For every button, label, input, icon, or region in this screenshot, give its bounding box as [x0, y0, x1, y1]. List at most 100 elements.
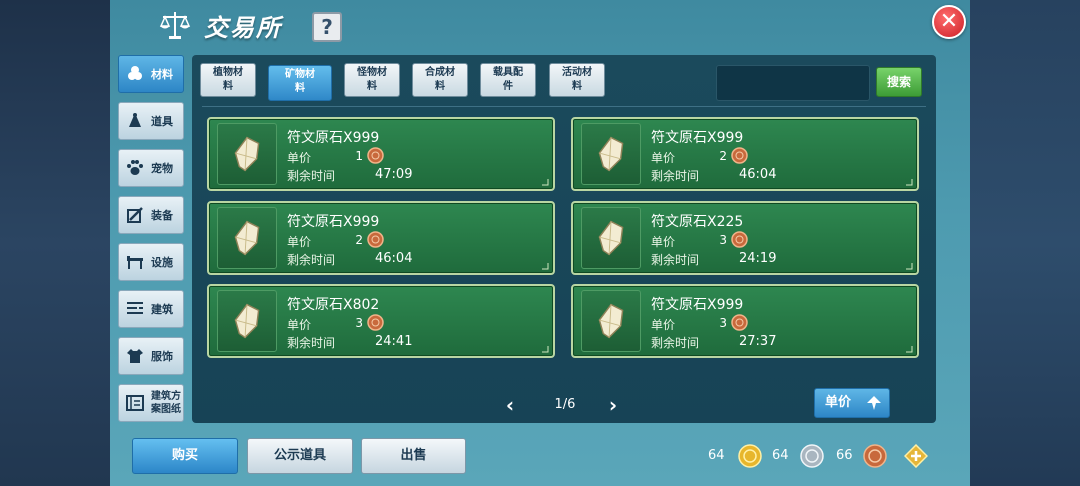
tab-label: 料	[572, 81, 582, 92]
corner-mark-icon	[906, 346, 913, 353]
sidebar-item-items[interactable]: 道具	[118, 102, 184, 140]
listing-name: 符文原石X225	[651, 214, 744, 230]
background-left	[0, 0, 110, 486]
listing-card[interactable]: 符文原石X999 单价 2 剩余时间 46:04	[207, 201, 555, 275]
sidebar-item-label: 建筑方案图纸	[151, 391, 181, 415]
buy-button[interactable]: 购买	[132, 438, 238, 474]
sidebar-item-label: 装备	[151, 208, 173, 222]
rune-stone-icon	[234, 303, 260, 339]
silver-amount: 64	[772, 448, 789, 463]
sidebar-item-blueprints[interactable]: 建筑方案图纸	[118, 384, 184, 422]
sidebar-item-label: 建筑	[151, 302, 173, 316]
exchange-window: 交易所 ? ✕ 材料 道具 宠物 装备 设施 建筑 服饰 建筑方案图纸 植物材 …	[110, 0, 970, 486]
listing-name: 符文原石X802	[287, 297, 380, 313]
listing-name: 符文原石X999	[651, 297, 744, 313]
corner-mark-icon	[542, 346, 549, 353]
time-value: 46:04	[375, 251, 413, 266]
silver-coin-icon	[800, 444, 824, 468]
tab-event-materials[interactable]: 活动材 料	[549, 63, 605, 97]
sidebar-item-clothing[interactable]: 服饰	[118, 337, 184, 375]
listing-item-icon-frame	[217, 123, 277, 185]
listing-item-icon-frame	[217, 207, 277, 269]
copper-coin-icon	[731, 314, 748, 331]
tab-synthesis-materials[interactable]: 合成材 料	[412, 63, 468, 97]
listing-card[interactable]: 符文原石X999 单价 2 剩余时间 46:04	[571, 117, 919, 191]
price-value: 2	[355, 233, 363, 247]
time-value: 27:37	[739, 334, 777, 349]
price-value: 3	[719, 233, 727, 247]
sidebar-item-equipment[interactable]: 装备	[118, 196, 184, 234]
tab-label: 合成材	[425, 67, 455, 78]
corner-mark-icon	[906, 179, 913, 186]
time-value: 24:41	[375, 334, 413, 349]
tab-plant-materials[interactable]: 植物材 料	[200, 63, 256, 97]
price-label: 单价	[287, 318, 312, 332]
time-label: 剩余时间	[287, 169, 336, 183]
price-label: 单价	[651, 318, 676, 332]
listing-card[interactable]: 符文原石X999 单价 3 剩余时间 27:37	[571, 284, 919, 358]
gold-coin-icon	[738, 444, 762, 468]
copper-coin-icon	[731, 147, 748, 164]
blueprint-icon	[126, 395, 144, 411]
copper-coin-icon	[367, 231, 384, 248]
tab-label: 怪物材	[357, 67, 387, 78]
tab-vehicle-parts[interactable]: 载具配 件	[480, 63, 536, 97]
tab-label: 活动材	[562, 67, 592, 78]
sidebar-item-facilities[interactable]: 设施	[118, 243, 184, 281]
copper-coin-icon	[863, 444, 887, 468]
price-label: 单价	[651, 151, 676, 165]
time-label: 剩余时间	[651, 253, 700, 267]
search-button[interactable]: 搜索	[876, 67, 922, 97]
building-icon	[127, 302, 143, 314]
price-value: 1	[355, 149, 363, 163]
rune-stone-icon	[234, 220, 260, 256]
sort-by-price-button[interactable]: 单价	[814, 388, 890, 418]
rune-stone-icon	[234, 136, 260, 172]
add-currency-icon[interactable]	[904, 444, 928, 468]
scales-icon	[159, 12, 191, 39]
sidebar-item-buildings[interactable]: 建筑	[118, 290, 184, 328]
close-button[interactable]: ✕	[932, 5, 966, 39]
tab-label: 植物材	[213, 67, 243, 78]
listing-item-icon-frame	[217, 290, 277, 352]
price-value: 2	[719, 149, 727, 163]
sell-button[interactable]: 出售	[361, 438, 466, 474]
chevron-right-icon[interactable]: ›	[605, 395, 621, 415]
tab-monster-materials[interactable]: 怪物材 料	[344, 63, 400, 97]
tab-mineral-materials[interactable]: 矿物材 料	[268, 65, 332, 101]
tab-label: 矿物材	[285, 69, 315, 80]
sort-label: 单价	[825, 395, 852, 410]
listing-panel: 植物材 料 矿物材 料 怪物材 料 合成材 料 载具配 件 活动材 料 搜索 符…	[192, 55, 936, 423]
listing-name: 符文原石X999	[651, 130, 744, 146]
listing-name: 符文原石X999	[287, 130, 380, 146]
listing-card[interactable]: 符文原石X802 单价 3 剩余时间 24:41	[207, 284, 555, 358]
corner-mark-icon	[542, 179, 549, 186]
window-title: 交易所	[204, 14, 282, 42]
tab-label: 载具配	[493, 67, 523, 78]
gold-amount: 64	[708, 448, 725, 463]
time-value: 46:04	[739, 167, 777, 182]
copper-coin-icon	[731, 231, 748, 248]
corner-mark-icon	[542, 263, 549, 270]
corner-mark-icon	[906, 263, 913, 270]
showcase-items-button[interactable]: 公示道具	[247, 438, 353, 474]
item-icon	[129, 113, 141, 127]
facility-icon	[127, 256, 143, 269]
background-right	[970, 0, 1080, 486]
time-label: 剩余时间	[651, 169, 700, 183]
listing-card[interactable]: 符文原石X999 单价 1 剩余时间 47:09	[207, 117, 555, 191]
listing-card[interactable]: 符文原石X225 单价 3 剩余时间 24:19	[571, 201, 919, 275]
sidebar-item-pets[interactable]: 宠物	[118, 149, 184, 187]
sidebar-item-materials[interactable]: 材料	[118, 55, 184, 93]
listing-item-icon-frame	[581, 207, 641, 269]
tab-label: 料	[435, 81, 445, 92]
equipment-icon	[127, 207, 143, 223]
paw-icon	[127, 160, 143, 175]
help-button[interactable]: ?	[312, 12, 342, 42]
materials-icon	[128, 66, 142, 80]
chevron-left-icon[interactable]: ‹	[502, 395, 518, 415]
sidebar-item-label: 服饰	[151, 349, 173, 363]
tab-label: 料	[295, 83, 305, 94]
price-label: 单价	[287, 235, 312, 249]
search-input[interactable]	[716, 65, 870, 101]
